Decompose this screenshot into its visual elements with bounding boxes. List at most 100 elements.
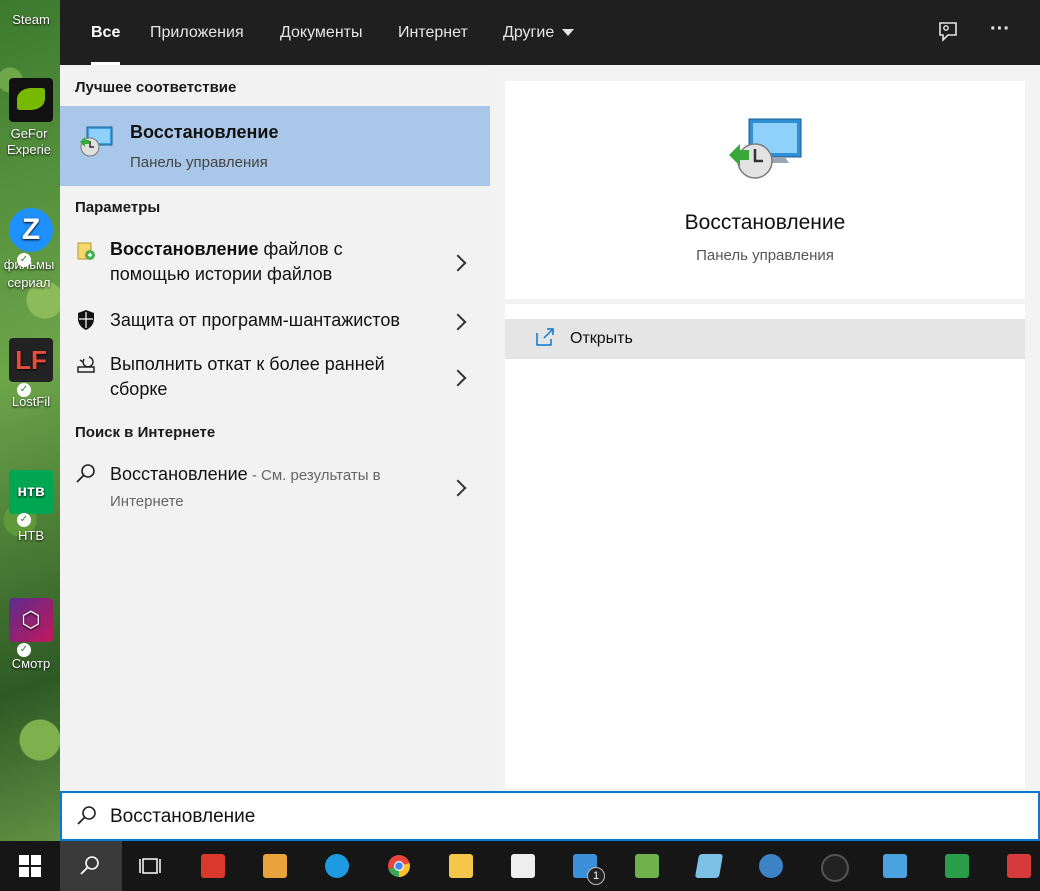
setting-file-history-rest: файлов с — [258, 239, 343, 259]
open-action-label: Открыть — [570, 330, 633, 347]
taskbar-notepad-app[interactable] — [616, 841, 678, 891]
circle-app-icon — [821, 854, 849, 882]
chevron-right-icon — [449, 313, 467, 331]
open-action[interactable]: Открыть — [505, 319, 1025, 359]
chrome-icon — [388, 855, 410, 877]
notepad-icon — [635, 854, 659, 878]
setting-file-history[interactable]: Восстановление файлов с помощью истории … — [60, 235, 490, 291]
taskbar-explorer[interactable] — [430, 841, 492, 891]
taskbar-search-button[interactable] — [60, 841, 122, 891]
taskbar-qbittorrent[interactable] — [740, 841, 802, 891]
feedback-icon[interactable] — [936, 20, 960, 44]
smotr-icon: ⬡ — [9, 598, 53, 642]
preview-pane: Восстановление Панель управления Открыть — [505, 81, 1025, 788]
task-view-icon — [139, 858, 161, 874]
setting-rollback-line1: Выполнить откат к более ранней — [110, 354, 385, 374]
rollback-icon — [75, 353, 97, 375]
web-hint-line1: - См. результаты в — [247, 467, 381, 484]
windows-icon — [19, 855, 41, 877]
desktop-icon-geforce[interactable]: GeFor Experie — [0, 78, 62, 158]
best-match-item[interactable]: Восстановление Панель управления — [60, 106, 490, 186]
store-icon — [511, 854, 535, 878]
preview-header: Восстановление Панель управления — [505, 81, 1025, 299]
setting-ransomware[interactable]: Защита от программ-шантажистов — [60, 306, 490, 336]
search-icon — [76, 805, 98, 827]
tab-more[interactable]: Другие — [503, 0, 575, 65]
chevron-right-icon — [449, 254, 467, 272]
lostfilm-icon: LF — [9, 338, 53, 382]
desktop-icon-ntv[interactable]: нтв НТВ — [0, 470, 62, 543]
desktop-icon-label: GeFor Experie — [6, 126, 52, 157]
setting-file-history-line2: помощью истории файлов — [110, 264, 333, 284]
taskbar-control-panel[interactable] — [864, 841, 926, 891]
more-icon[interactable]: ··· — [988, 18, 1012, 42]
tab-documents[interactable]: Документы — [280, 0, 362, 65]
desktop-icon-label: НТВ — [18, 528, 44, 543]
search-box[interactable] — [60, 791, 1040, 841]
tab-bar: Все Приложения Документы Интернет Другие… — [60, 0, 1040, 65]
web-search-label: Восстановление - См. результаты в Интерн… — [110, 462, 440, 514]
task-view-button[interactable] — [120, 841, 182, 891]
mail-badge: 1 — [587, 867, 605, 885]
tab-more-label: Другие — [503, 24, 555, 41]
open-external-icon — [535, 327, 555, 347]
web-query: Восстановление — [110, 464, 248, 484]
tab-all[interactable]: Все — [91, 0, 121, 65]
chevron-right-icon — [449, 369, 467, 387]
taskbar-app-ge[interactable] — [926, 841, 988, 891]
chevron-down-icon — [562, 29, 575, 37]
taskbar-app-red[interactable] — [182, 841, 244, 891]
ntv-icon: нтв — [9, 470, 53, 514]
taskbar-writer[interactable] — [678, 841, 740, 891]
preview-title: Восстановление — [684, 211, 846, 234]
setting-file-history-bold: Восстановление — [110, 239, 259, 259]
desktop-icon-lostfilm[interactable]: LF LostFil — [0, 338, 62, 409]
best-match-heading: Лучшее соответствие — [75, 79, 237, 96]
divider — [505, 299, 1025, 304]
taskbar-edge[interactable] — [306, 841, 368, 891]
geforce-icon — [9, 78, 53, 122]
taskbar-chrome[interactable] — [368, 841, 430, 891]
desktop-icon-steam[interactable]: Steam — [0, 0, 62, 27]
recovery-icon — [78, 124, 114, 160]
taskbar-app-archive[interactable] — [244, 841, 306, 891]
tab-web[interactable]: Интернет — [398, 0, 468, 65]
setting-rollback-line2: сборке — [110, 379, 168, 399]
sync-check-icon: ✓ — [17, 643, 31, 657]
preview-subtitle: Панель управления — [696, 247, 834, 264]
desktop-icon-label: Смотр — [11, 656, 51, 671]
qbittorrent-icon — [759, 854, 783, 878]
setting-ransomware-label: Защита от программ-шантажистов — [110, 310, 400, 330]
results-list: Лучшее соответствие Восстановление Панел… — [60, 65, 490, 840]
edge-icon — [325, 854, 349, 878]
taskbar-app-news[interactable] — [988, 841, 1040, 891]
best-match-subtitle: Панель управления — [130, 154, 268, 171]
taskbar-mail[interactable]: 1 — [554, 841, 616, 891]
z-icon: Z — [9, 208, 53, 252]
writer-icon — [694, 854, 724, 878]
search-input[interactable] — [108, 801, 1012, 833]
taskbar-store[interactable] — [492, 841, 554, 891]
tab-apps[interactable]: Приложения — [150, 0, 244, 65]
search-icon — [75, 463, 97, 485]
desktop-icon-films[interactable]: Z фильмы сериал — [0, 208, 62, 292]
web-hint-line2: Интернете — [110, 493, 184, 510]
file-history-icon — [75, 240, 97, 262]
folder-icon — [449, 854, 473, 878]
setting-rollback[interactable]: Выполнить откат к более ранней сборке — [60, 350, 490, 406]
taskbar: 1 — [0, 841, 1040, 891]
recovery-large-icon — [725, 115, 805, 181]
shield-icon — [75, 309, 97, 331]
sync-check-icon: ✓ — [17, 513, 31, 527]
setting-file-history-label: Восстановление файлов с помощью истории … — [110, 237, 440, 287]
best-match-title: Восстановление — [130, 122, 279, 142]
taskbar-app-black[interactable] — [802, 841, 864, 891]
settings-heading: Параметры — [75, 199, 161, 216]
desktop-icon-label: Steam — [12, 12, 50, 27]
setting-rollback-label: Выполнить откат к более ранней сборке — [110, 352, 440, 402]
control-panel-icon — [883, 854, 907, 878]
sync-check-icon: ✓ — [17, 383, 31, 397]
desktop-icon-smotr[interactable]: ⬡ Смотр — [0, 598, 62, 671]
start-button[interactable] — [0, 841, 62, 891]
web-search-result[interactable]: Восстановление - См. результаты в Интерн… — [60, 460, 490, 516]
